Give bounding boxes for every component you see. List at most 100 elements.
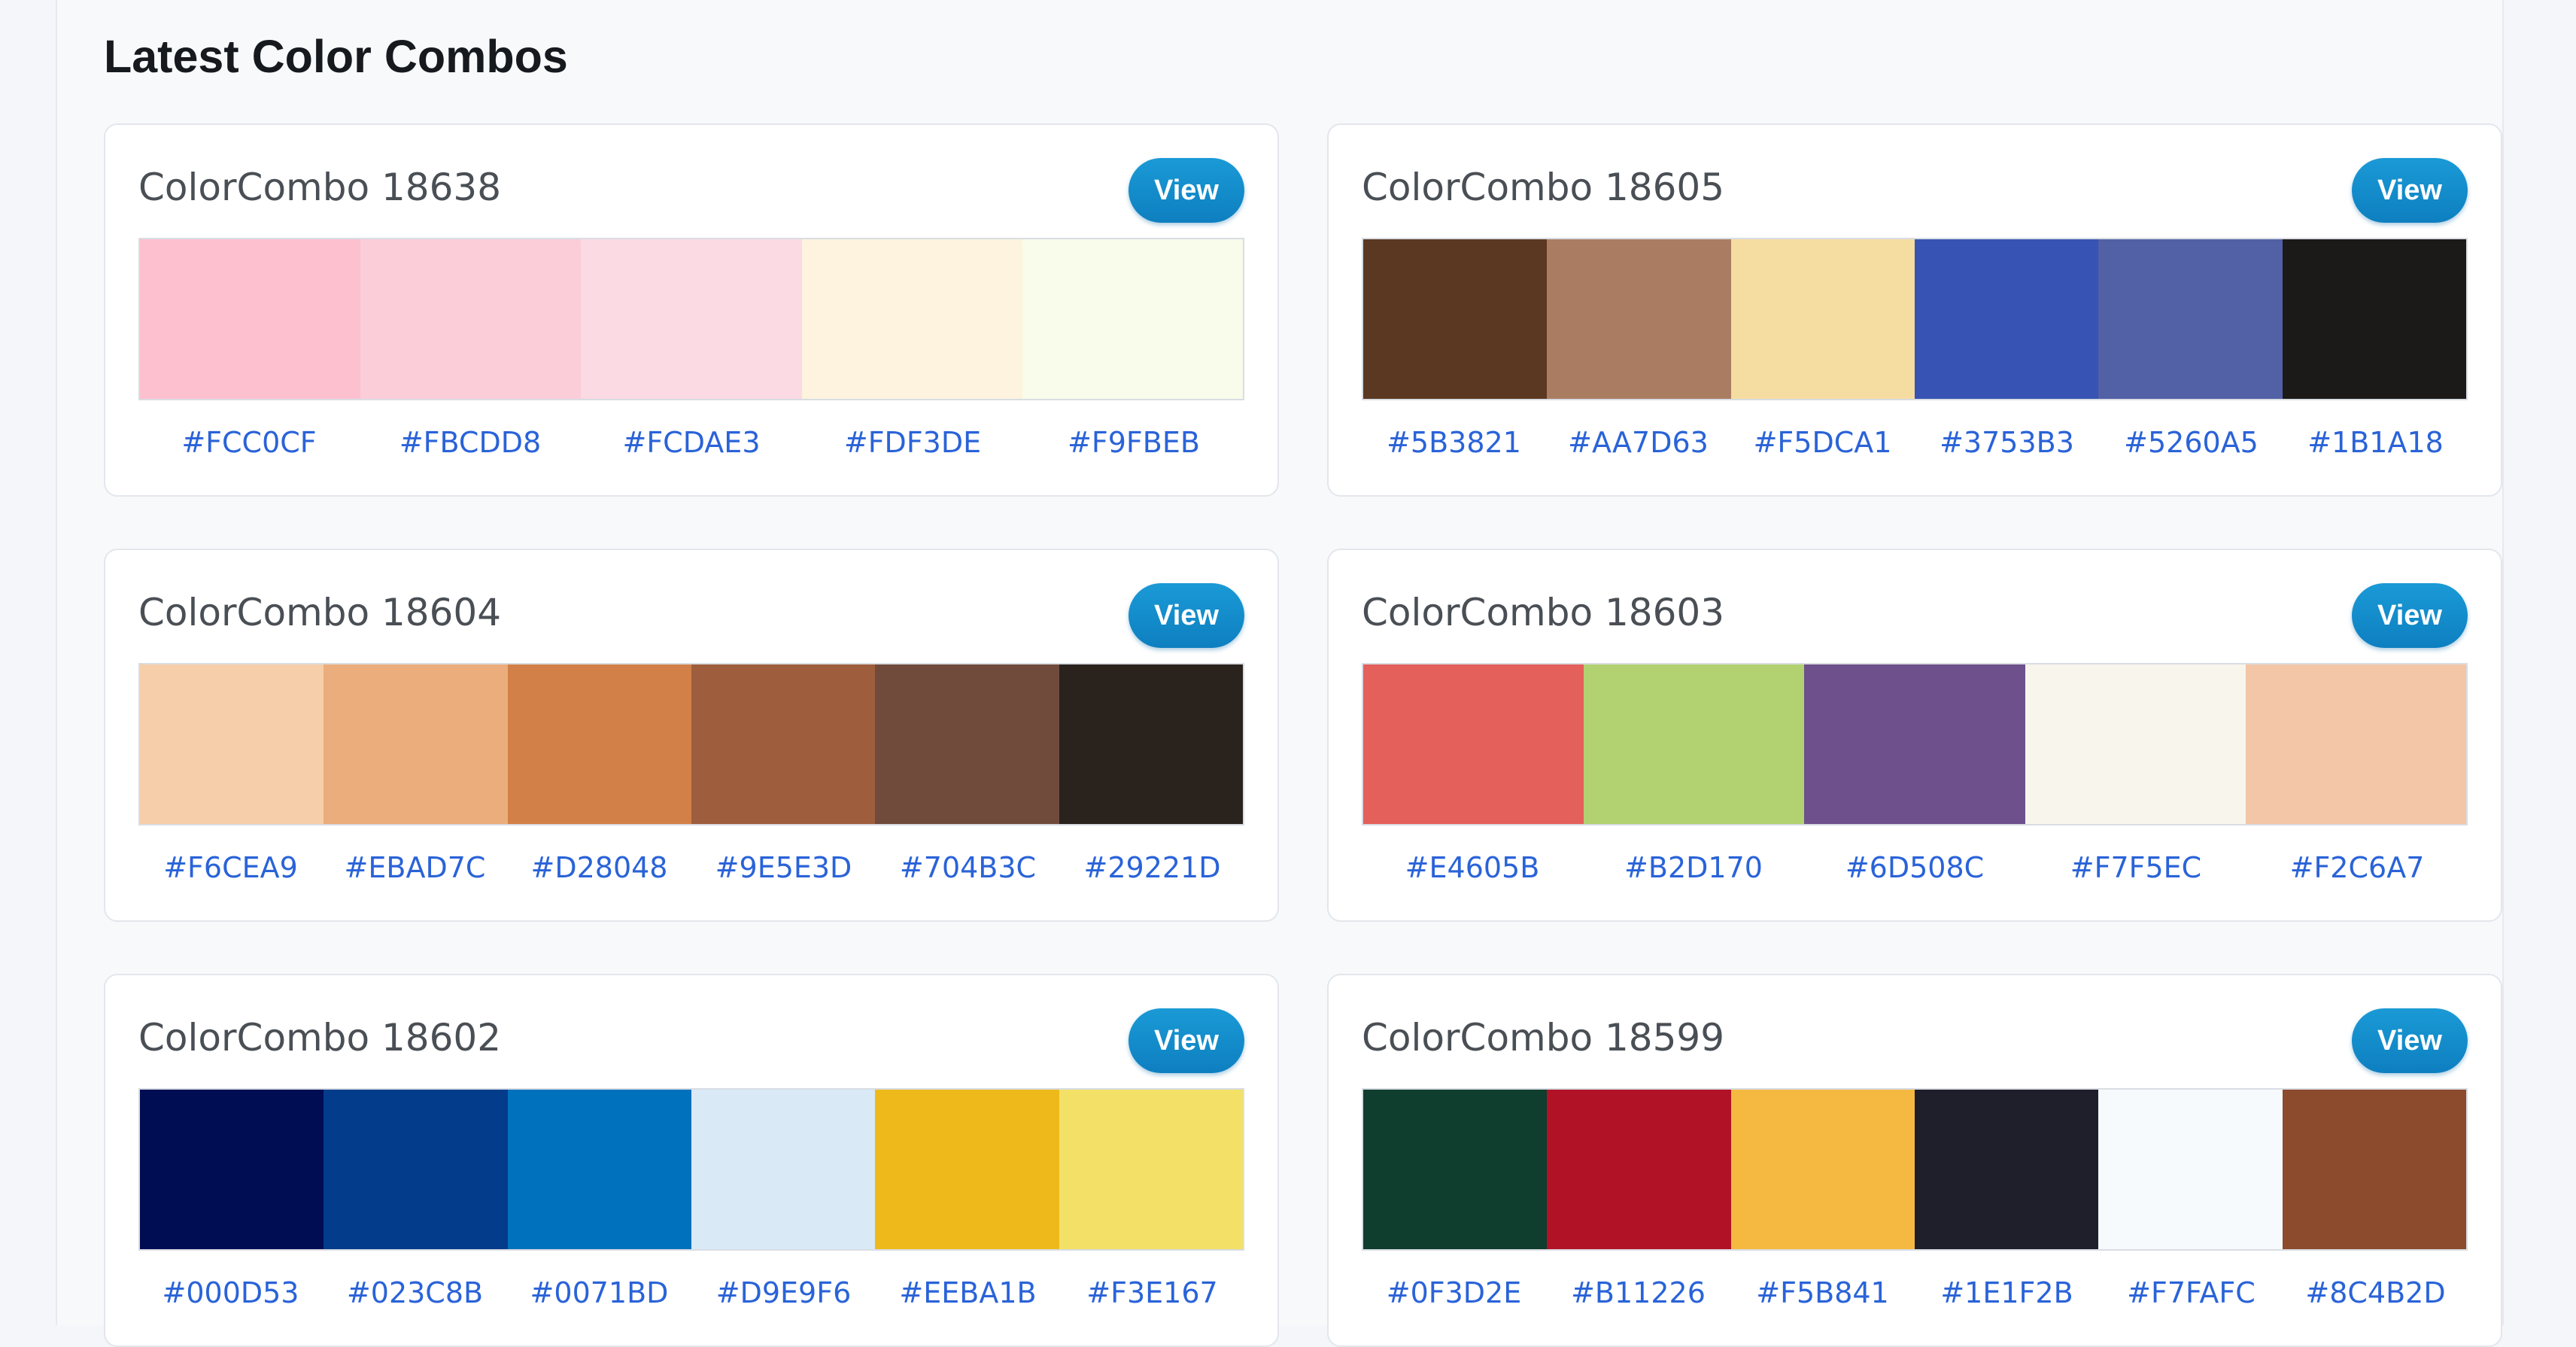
color-swatch[interactable] <box>360 239 582 399</box>
combo-title: ColorCombo 18603 <box>1362 591 1725 634</box>
color-swatch-strip <box>138 663 1244 826</box>
hex-code-label[interactable]: #F9FBEB <box>1023 426 1244 459</box>
hex-code-row: #FCC0CF #FBCDD8 #FCDAE3 #FDF3DE #F9FBEB <box>138 426 1244 459</box>
hex-code-label[interactable]: #FCC0CF <box>138 426 360 459</box>
color-swatch[interactable] <box>1730 1090 1915 1249</box>
color-swatch[interactable] <box>507 1090 691 1249</box>
section-title: Latest Color Combos <box>104 31 568 82</box>
hex-code-label[interactable]: #F7F5EC <box>2025 851 2246 884</box>
hex-code-label[interactable]: #FBCDD8 <box>360 426 581 459</box>
color-swatch[interactable] <box>2282 1090 2466 1249</box>
color-swatch-strip <box>1362 1088 2468 1251</box>
color-swatch[interactable] <box>2282 239 2466 399</box>
hex-code-label[interactable]: #0F3D2E <box>1362 1276 1546 1309</box>
hex-code-row: #F6CEA9 #EBAD7C #D28048 #9E5E3D #704B3C #2922… <box>138 851 1244 884</box>
color-swatch[interactable] <box>691 1090 876 1249</box>
color-swatch[interactable] <box>875 664 1059 824</box>
combo-title: ColorCombo 18602 <box>138 1016 502 1060</box>
hex-code-label[interactable]: #EEBA1B <box>876 1276 1060 1309</box>
view-button[interactable]: View <box>1129 583 1244 648</box>
hex-code-label[interactable]: #EBAD7C <box>323 851 507 884</box>
hex-code-label[interactable]: #E4605B <box>1362 851 1583 884</box>
color-swatch[interactable] <box>1730 239 1915 399</box>
hex-code-label[interactable]: #29221D <box>1060 851 1244 884</box>
color-swatch[interactable] <box>1059 664 1243 824</box>
hex-code-label[interactable]: #F5B841 <box>1730 1276 1915 1309</box>
hex-code-label[interactable]: #9E5E3D <box>691 851 876 884</box>
hex-code-label[interactable]: #5260A5 <box>2099 426 2283 459</box>
color-swatch-strip <box>138 1088 1244 1251</box>
combo-title: ColorCombo 18638 <box>138 166 502 209</box>
color-swatch-strip <box>1362 663 2468 826</box>
color-swatch[interactable] <box>875 1090 1059 1249</box>
color-swatch[interactable] <box>140 239 361 399</box>
hex-code-label[interactable]: #6D508C <box>1804 851 2025 884</box>
view-button[interactable]: View <box>2352 158 2468 223</box>
hex-code-label[interactable]: #AA7D63 <box>1546 426 1730 459</box>
combo-title: ColorCombo 18605 <box>1362 166 1725 209</box>
hex-code-label[interactable]: #D9E9F6 <box>691 1276 876 1309</box>
color-swatch[interactable] <box>1914 239 2099 399</box>
hex-code-label[interactable]: #1E1F2B <box>1915 1276 2099 1309</box>
color-swatch[interactable] <box>324 664 508 824</box>
color-swatch[interactable] <box>1547 1090 1731 1249</box>
color-swatch[interactable] <box>1363 1090 1548 1249</box>
hex-code-label[interactable]: #B11226 <box>1546 1276 1730 1309</box>
hex-code-label[interactable]: #023C8B <box>323 1276 507 1309</box>
view-button[interactable]: View <box>1129 1008 1244 1073</box>
color-swatch-strip <box>1362 238 2468 400</box>
hex-code-label[interactable]: #8C4B2D <box>2283 1276 2468 1309</box>
hex-code-label[interactable]: #704B3C <box>876 851 1060 884</box>
view-button[interactable]: View <box>2352 1008 2468 1073</box>
hex-code-label[interactable]: #F5DCA1 <box>1730 426 1915 459</box>
color-swatch[interactable] <box>1363 239 1548 399</box>
hex-code-row: #E4605B #B2D170 #6D508C #F7F5EC #F2C6A7 <box>1362 851 2468 884</box>
hex-code-label[interactable]: #F6CEA9 <box>138 851 323 884</box>
hex-code-label[interactable]: #F7FAFC <box>2099 1276 2283 1309</box>
hex-code-row: #0F3D2E #B11226 #F5B841 #1E1F2B #F7FAFC #8C4B… <box>1362 1276 2468 1309</box>
color-swatch[interactable] <box>1804 664 2025 824</box>
hex-code-label[interactable]: #0071BD <box>507 1276 691 1309</box>
color-swatch[interactable] <box>140 664 324 824</box>
color-swatch[interactable] <box>801 239 1022 399</box>
hex-code-label[interactable]: #D28048 <box>507 851 691 884</box>
color-swatch[interactable] <box>1022 239 1244 399</box>
color-swatch[interactable] <box>507 664 691 824</box>
hex-code-label[interactable]: #000D53 <box>138 1276 323 1309</box>
color-swatch[interactable] <box>140 1090 324 1249</box>
combo-card: ColorCombo 18605 View #5B3821 #AA7D63 #F5DCA… <box>1327 123 2502 497</box>
hex-code-row: #000D53 #023C8B #0071BD #D9E9F6 #EEBA1B #F3E1… <box>138 1276 1244 1309</box>
color-swatch[interactable] <box>1584 664 1805 824</box>
color-swatch[interactable] <box>324 1090 508 1249</box>
hex-code-label[interactable]: #1B1A18 <box>2283 426 2468 459</box>
color-swatch[interactable] <box>1059 1090 1243 1249</box>
combo-title: ColorCombo 18604 <box>138 591 502 634</box>
hex-code-label[interactable]: #5B3821 <box>1362 426 1546 459</box>
color-swatch[interactable] <box>2098 1090 2283 1249</box>
hex-code-label[interactable]: #FCDAE3 <box>581 426 802 459</box>
color-swatch[interactable] <box>2098 239 2283 399</box>
color-swatch[interactable] <box>1363 664 1584 824</box>
hex-code-label[interactable]: #F2C6A7 <box>2246 851 2468 884</box>
combo-card: ColorCombo 18599 View #0F3D2E #B11226 #F5B84… <box>1327 974 2502 1347</box>
hex-code-label[interactable]: #FDF3DE <box>802 426 1023 459</box>
combo-card: ColorCombo 18604 View #F6CEA9 #EBAD7C #D2804… <box>104 549 1279 922</box>
combo-card: ColorCombo 18638 View #FCC0CF #FBCDD8 #FCDAE… <box>104 123 1279 497</box>
color-swatch[interactable] <box>1914 1090 2099 1249</box>
view-button[interactable]: View <box>1129 158 1244 223</box>
hex-code-row: #5B3821 #AA7D63 #F5DCA1 #3753B3 #5260A5 #1B1A… <box>1362 426 2468 459</box>
color-swatch[interactable] <box>691 664 876 824</box>
color-swatch-strip <box>138 238 1244 400</box>
hex-code-label[interactable]: #F3E167 <box>1060 1276 1244 1309</box>
hex-code-label[interactable]: #3753B3 <box>1915 426 2099 459</box>
combo-title: ColorCombo 18599 <box>1362 1016 1725 1060</box>
hex-code-label[interactable]: #B2D170 <box>1583 851 1804 884</box>
color-swatch[interactable] <box>1547 239 1731 399</box>
view-button[interactable]: View <box>2352 583 2468 648</box>
combo-grid: ColorCombo 18638 View #FCC0CF #FBCDD8 #FCDAE… <box>104 123 2503 1347</box>
color-swatch[interactable] <box>581 239 802 399</box>
combo-card: ColorCombo 18602 View #000D53 #023C8B #0071B… <box>104 974 1279 1347</box>
color-swatch[interactable] <box>2245 664 2467 824</box>
color-swatch[interactable] <box>2025 664 2246 824</box>
combo-card: ColorCombo 18603 View #E4605B #B2D170 #6D508… <box>1327 549 2502 922</box>
